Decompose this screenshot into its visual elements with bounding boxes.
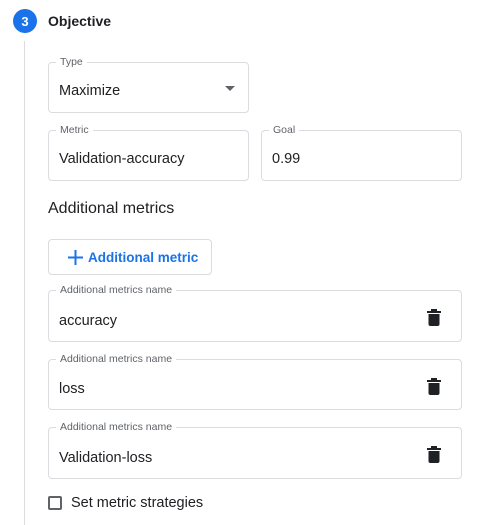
set-metric-strategies-checkbox[interactable]: Set metric strategies: [48, 495, 203, 511]
additional-metric-value: accuracy: [59, 313, 118, 329]
trash-icon[interactable]: [427, 446, 441, 463]
additional-metric-label: Additional metrics name: [56, 353, 177, 366]
metric-field[interactable]: Metric Validation-accuracy: [48, 124, 249, 181]
additional-metrics-heading: Additional metrics: [48, 200, 175, 217]
additional-metric-field[interactable]: Additional metrics name loss: [48, 353, 462, 410]
goal-label: Goal: [269, 124, 300, 137]
step-number-badge: 3: [13, 9, 37, 33]
add-additional-metric-label: Additional metric: [88, 249, 199, 265]
trash-icon[interactable]: [427, 378, 441, 395]
additional-metric-field[interactable]: Additional metrics name accuracy: [48, 284, 462, 342]
step-title: Objective: [48, 13, 112, 29]
goal-field[interactable]: Goal 0.99: [261, 124, 462, 181]
additional-metric-label: Additional metrics name: [56, 421, 177, 434]
goal-value: 0.99: [272, 151, 301, 167]
type-value: Maximize: [59, 83, 121, 99]
additional-metric-label: Additional metrics name: [56, 284, 177, 297]
metric-label: Metric: [56, 124, 93, 137]
set-metric-strategies-label: Set metric strategies: [71, 495, 204, 511]
additional-metric-field[interactable]: Additional metrics name Validation-loss: [48, 421, 462, 479]
type-label: Type: [56, 56, 87, 69]
metric-value: Validation-accuracy: [59, 151, 185, 167]
type-select[interactable]: Type Maximize: [48, 56, 249, 113]
add-additional-metric-button[interactable]: Additional metric: [48, 239, 212, 275]
caret-down-icon[interactable]: [225, 86, 235, 91]
step-connector-line: [24, 41, 25, 525]
checkbox-icon[interactable]: [48, 496, 62, 510]
additional-metric-value: Validation-loss: [59, 450, 153, 466]
plus-icon: [68, 249, 83, 265]
additional-metric-value: loss: [59, 381, 85, 397]
trash-icon[interactable]: [427, 309, 441, 326]
